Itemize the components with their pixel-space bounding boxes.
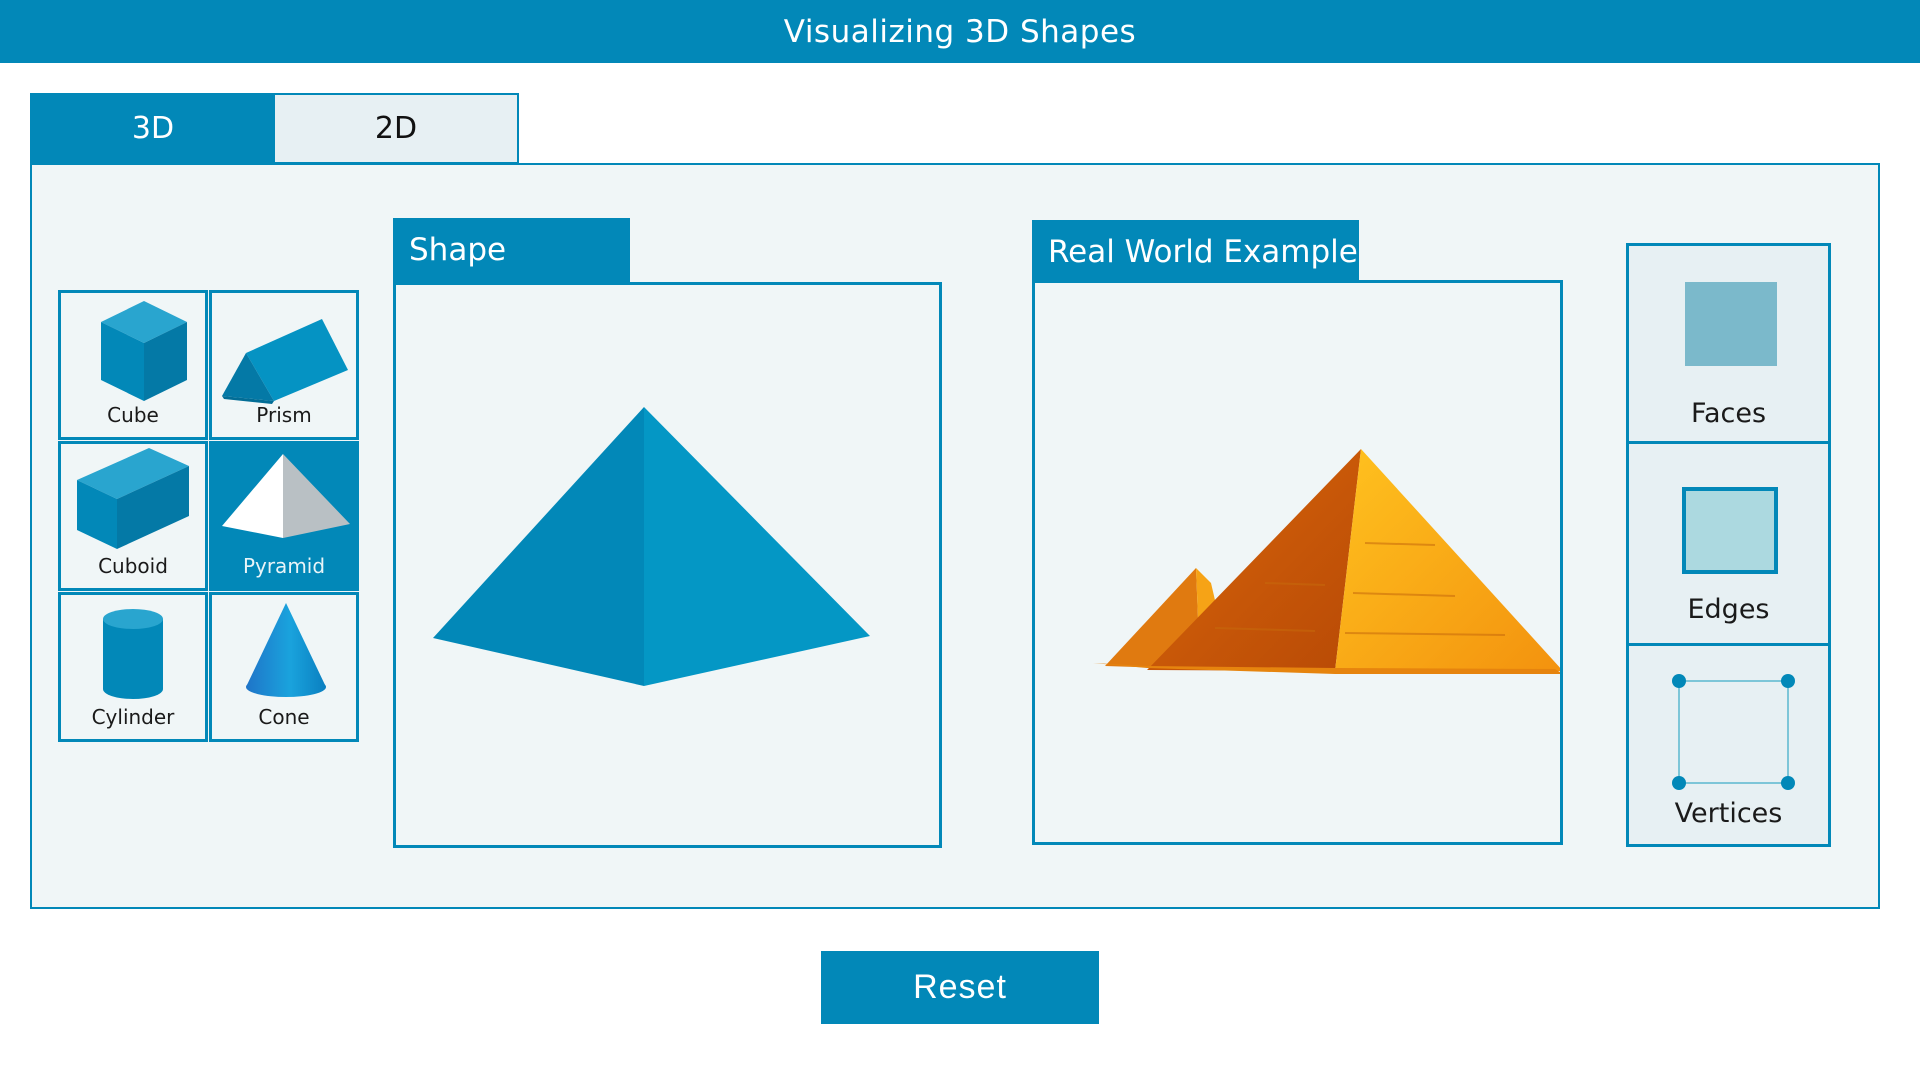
shape-option-pyramid[interactable]: Pyramid (209, 441, 359, 591)
tab-2d[interactable]: 2D (273, 93, 519, 164)
shape-option-cube[interactable]: Cube (58, 290, 208, 440)
shape-option-label: Cylinder (91, 705, 175, 729)
cuboid-icon (77, 448, 189, 549)
app-title-bar: Visualizing 3D Shapes (0, 0, 1920, 63)
properties-panel: Faces Edges Vertices (1626, 243, 1831, 847)
real-world-title: Real World Example (1048, 234, 1358, 270)
property-faces[interactable]: Faces (1629, 246, 1828, 444)
shape-option-prism[interactable]: Prism (209, 290, 359, 440)
shape-panel-title: Shape (409, 232, 507, 268)
cone-icon (246, 603, 326, 697)
shape-option-cylinder[interactable]: Cylinder (58, 592, 208, 742)
egyptian-pyramids-icon (1093, 449, 1563, 674)
cube-icon (101, 301, 187, 401)
prism-icon (222, 319, 348, 404)
property-label: Vertices (1674, 798, 1783, 829)
app-title: Visualizing 3D Shapes (783, 13, 1137, 50)
property-label: Faces (1690, 398, 1767, 429)
shape-option-label: Cuboid (98, 554, 168, 578)
shape-option-label: Cone (258, 705, 310, 729)
shape-option-label: Cube (107, 403, 159, 427)
face-square-icon (1685, 282, 1777, 366)
pyramid-icon (222, 454, 350, 538)
property-label: Edges (1687, 594, 1770, 625)
shape-viewer (393, 282, 942, 848)
shape-grid: Cube Prism Cuboid Pyramid Cylinder Cone (58, 290, 362, 742)
shape-option-cone[interactable]: Cone (209, 592, 359, 742)
shape-option-cuboid[interactable]: Cuboid (58, 441, 208, 591)
real-world-header: Real World Example (1032, 220, 1359, 284)
pyramid-3d-icon (433, 407, 870, 686)
property-edges[interactable]: Edges (1629, 444, 1828, 646)
property-vertices[interactable]: Vertices (1629, 646, 1828, 844)
shape-option-label: Prism (256, 403, 312, 427)
cylinder-icon (103, 609, 163, 699)
reset-button[interactable]: Reset (821, 951, 1099, 1024)
shape-panel-header: Shape (393, 218, 630, 282)
shape-option-label: Pyramid (242, 554, 326, 578)
real-world-viewer (1032, 280, 1563, 845)
tab-3d[interactable]: 3D (30, 93, 276, 164)
vertices-square-icon (1672, 674, 1795, 790)
edge-square-icon (1682, 487, 1778, 574)
